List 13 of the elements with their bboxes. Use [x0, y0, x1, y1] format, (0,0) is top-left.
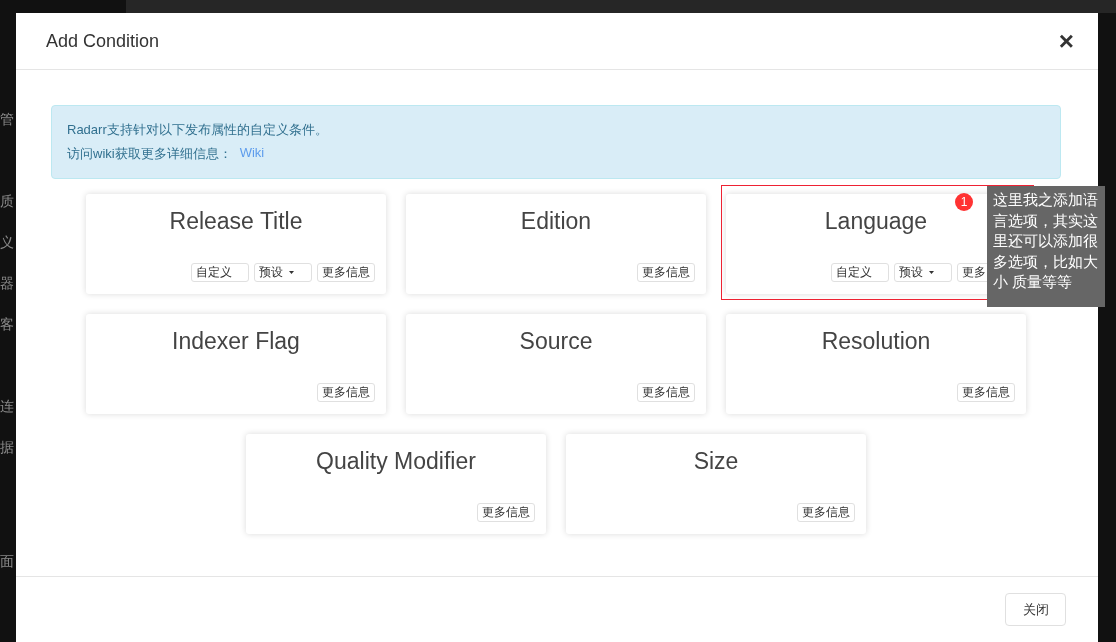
card-title: Release Title	[169, 208, 303, 235]
card-title: Edition	[520, 208, 592, 235]
card-title: Indexer Flag	[172, 328, 300, 355]
card-title: Language	[824, 208, 928, 235]
card-title: Resolution	[821, 328, 931, 355]
info-text: Radarr支持针对以下发布属性的自定义条件。	[67, 121, 329, 139]
annotation-tooltip: 这里我之添加语言选项，其实这里还可以添加很多选项，比如大小 质量等等	[987, 186, 1105, 307]
card-title: Quality Modifier	[316, 448, 476, 475]
annotation-badge: 1	[955, 193, 973, 211]
modal-title: Add Condition	[46, 30, 160, 52]
card-title: Size	[693, 448, 739, 475]
info-text: 访问wiki获取更多详细信息：	[67, 145, 232, 163]
card-title: Source	[519, 328, 593, 355]
